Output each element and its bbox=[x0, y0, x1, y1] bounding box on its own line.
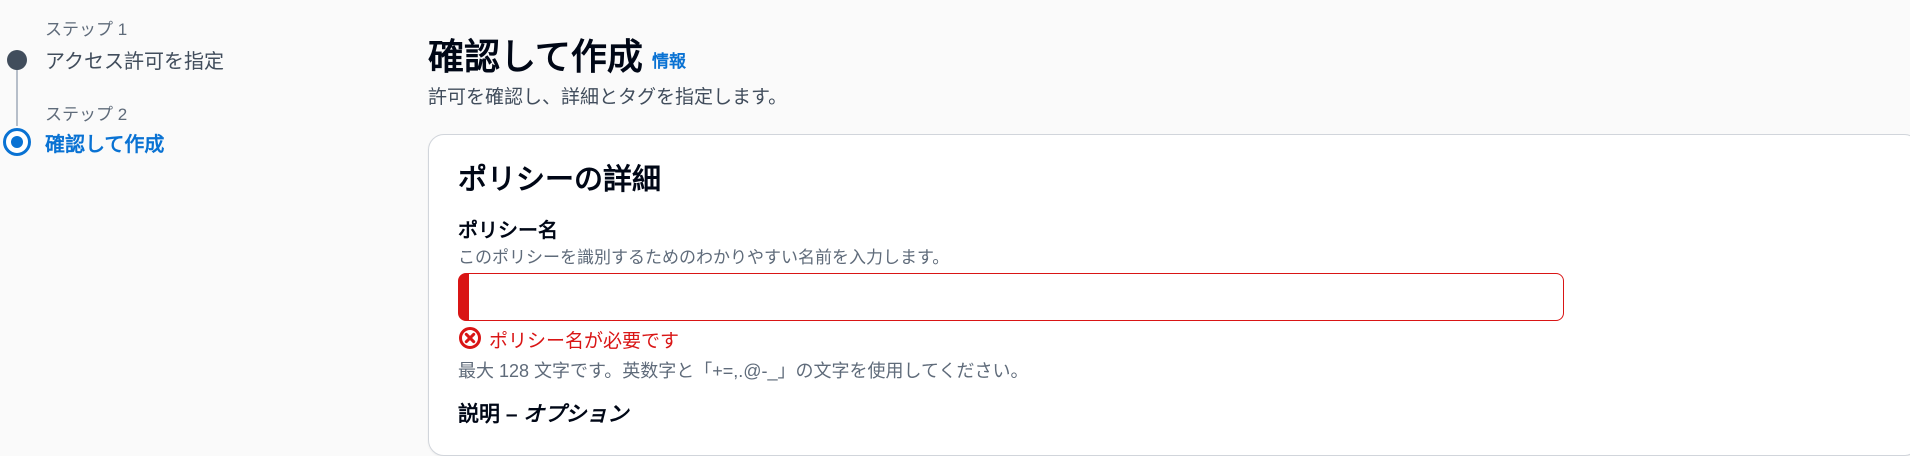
wizard-steps-nav: ステップ 1 アクセス許可を指定 ステップ 2 確認して作成 bbox=[0, 0, 330, 423]
step-active-icon bbox=[3, 128, 31, 156]
policy-name-input[interactable] bbox=[458, 273, 1564, 321]
policy-name-error: ポリシー名が必要です bbox=[489, 331, 680, 352]
panel-title: ポリシーの詳細 bbox=[458, 164, 662, 196]
step-connector-line bbox=[16, 68, 18, 126]
info-link[interactable]: 情報 bbox=[652, 47, 686, 72]
policy-name-constraint: 最大 128 文字です。英数字と「+=,.@-_」の文字を使用してください。 bbox=[458, 361, 1029, 381]
step-1-link[interactable]: アクセス許可を指定 bbox=[45, 45, 224, 74]
step-2-current: 確認して作成 bbox=[45, 134, 165, 156]
page-description: 許可を確認し、詳細とタグを指定します。 bbox=[428, 87, 788, 108]
page-title: 確認して作成 bbox=[428, 36, 643, 77]
policy-name-label: ポリシー名 bbox=[458, 220, 558, 242]
step-1-caption: ステップ 1 bbox=[45, 20, 128, 39]
policy-name-description: このポリシーを識別するためのわかりやすい名前を入力します。 bbox=[458, 248, 950, 267]
step-completed-icon bbox=[7, 50, 27, 70]
step-2-caption: ステップ 2 bbox=[45, 105, 128, 124]
description-label: 説明 – オプション bbox=[458, 398, 628, 428]
error-circle-x-icon bbox=[458, 326, 482, 350]
